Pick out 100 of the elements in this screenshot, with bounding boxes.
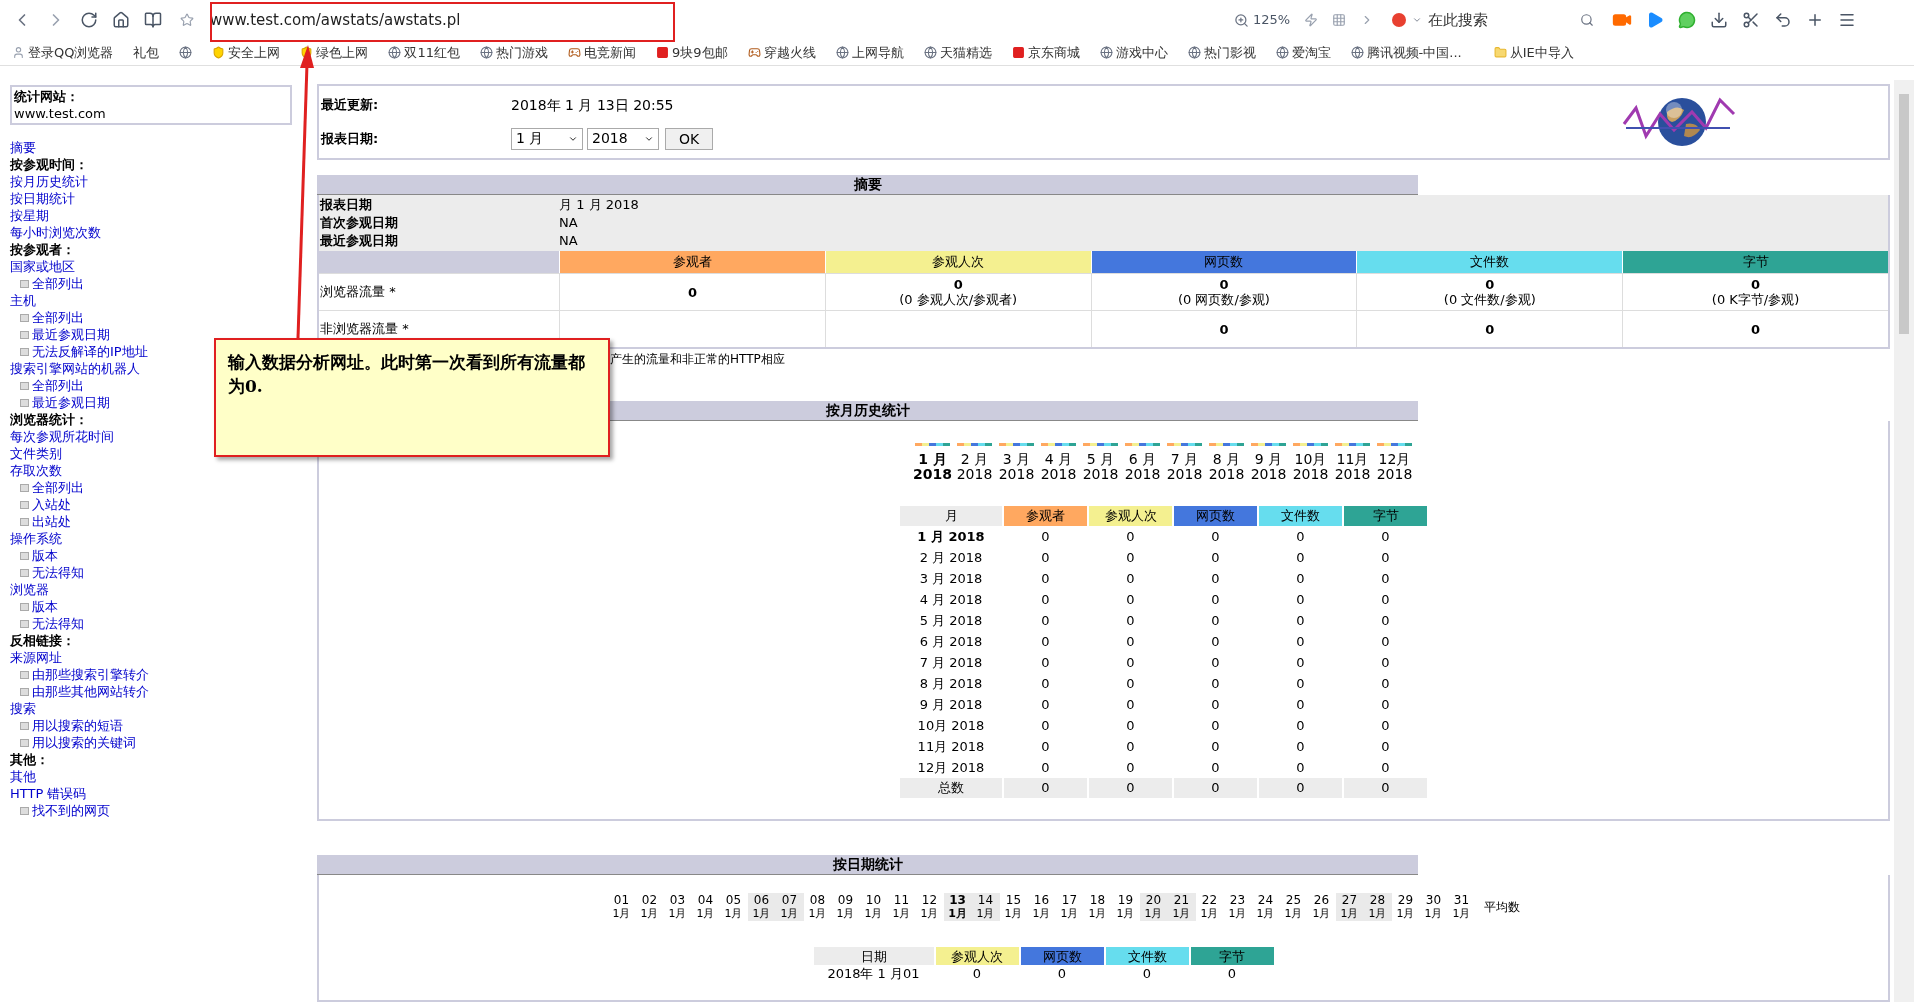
scissors-icon[interactable] bbox=[1742, 11, 1761, 29]
day-month-label: 1月 bbox=[612, 907, 631, 921]
nav-link[interactable]: 其他 bbox=[10, 768, 36, 785]
nav-sublink[interactable]: 版本 bbox=[32, 547, 58, 564]
lightning-icon[interactable] bbox=[1304, 13, 1319, 27]
nav-link[interactable]: 文件类别 bbox=[10, 445, 62, 462]
table-cell-text: 7 月 2018 bbox=[918, 653, 984, 672]
section-title-bar: 按日期统计 bbox=[317, 855, 1418, 875]
nav-sublink[interactable]: 入站处 bbox=[32, 496, 71, 513]
menu-icon[interactable] bbox=[1838, 11, 1857, 29]
bookmark-link[interactable]: 热门影视 bbox=[1203, 42, 1256, 63]
day-month-label: 1月 bbox=[1004, 907, 1023, 921]
nav-sublink[interactable]: 无法得知 bbox=[32, 615, 84, 632]
search-field[interactable]: 在此搜索 bbox=[1388, 6, 1599, 34]
reload-icon[interactable] bbox=[80, 11, 98, 29]
bookmark-link[interactable]: 登录QQ浏览器 bbox=[28, 42, 114, 63]
nav-link[interactable]: 按月历史统计 bbox=[10, 173, 88, 190]
month-select[interactable]: 1 月 bbox=[511, 127, 583, 150]
gamepad-icon bbox=[747, 46, 761, 59]
scrollbar-thumb[interactable] bbox=[1899, 94, 1909, 334]
bookmark-link[interactable]: 穿越火线 bbox=[763, 42, 816, 63]
nav-link[interactable]: HTTP 错误码 bbox=[10, 785, 87, 802]
nav-sublink[interactable]: 全部列出 bbox=[32, 377, 84, 394]
nav-sublink[interactable]: 出站处 bbox=[32, 513, 71, 530]
month-label: 12月 bbox=[1378, 452, 1411, 467]
table-cell-text: 0 bbox=[1125, 695, 1136, 714]
year-label: 2018 bbox=[1040, 467, 1077, 482]
nav-sublink[interactable]: 用以搜索的短语 bbox=[32, 717, 123, 734]
nav-link[interactable]: 存取次数 bbox=[10, 462, 62, 479]
year-label: 2018 bbox=[1334, 467, 1371, 482]
play-icon[interactable] bbox=[1646, 11, 1665, 29]
bookmark-link[interactable]: 腾讯视频-中国... bbox=[1366, 42, 1462, 63]
nav-link[interactable]: 来源网址 bbox=[10, 649, 62, 666]
bookmark-link[interactable]: 天猫精选 bbox=[939, 42, 992, 63]
undo-icon[interactable] bbox=[1774, 11, 1793, 29]
zoom-icon[interactable] bbox=[1234, 12, 1249, 28]
bookmark-link[interactable]: 礼包 bbox=[133, 42, 160, 63]
nav-link[interactable]: 主机 bbox=[10, 292, 36, 309]
table-cell-text: 0 bbox=[1040, 527, 1051, 546]
nav-link[interactable]: 搜索引擎网站的机器人 bbox=[10, 360, 140, 377]
nav-sublink[interactable]: 最近参观日期 bbox=[32, 326, 110, 343]
day-month-label: 1月 bbox=[1172, 907, 1191, 921]
nav-sublink[interactable]: 全部列出 bbox=[32, 309, 84, 326]
mini-bar-drawing bbox=[1334, 443, 1371, 446]
nav-sublink[interactable]: 无法得知 bbox=[32, 564, 84, 581]
nav-link[interactable]: 每小时浏览次数 bbox=[10, 224, 101, 241]
book-icon[interactable] bbox=[144, 11, 162, 29]
nav-link[interactable]: 浏览器 bbox=[10, 581, 49, 598]
bookmark-link[interactable]: 绿色上网 bbox=[316, 42, 369, 63]
download-icon[interactable] bbox=[1710, 11, 1729, 29]
globe-icon bbox=[1099, 46, 1113, 59]
bookmark-link[interactable]: 电竞新闻 bbox=[584, 42, 636, 63]
bookmark-link[interactable]: 京东商城 bbox=[1027, 42, 1080, 63]
table-cell-text: 4 月 2018 bbox=[918, 590, 984, 609]
nav-sublink[interactable]: 版本 bbox=[32, 598, 58, 615]
nav-link[interactable]: 操作系统 bbox=[10, 530, 62, 547]
bookmark-link[interactable]: 安全上网 bbox=[228, 42, 281, 63]
nav-sublink[interactable]: 由那些搜索引擎转介 bbox=[32, 666, 149, 683]
home-icon[interactable] bbox=[112, 11, 130, 29]
field-label: 报表日期: bbox=[321, 129, 380, 148]
grid-icon[interactable] bbox=[1332, 13, 1347, 27]
table-cell-text: 0 bbox=[1295, 653, 1306, 672]
nav-sublink[interactable]: 找不到的网页 bbox=[32, 802, 110, 819]
bookmark-link[interactable]: 上网导航 bbox=[851, 42, 904, 63]
day-month-label: 1月 bbox=[1340, 907, 1359, 921]
nav-link[interactable]: 按日期统计 bbox=[10, 190, 75, 207]
table-cell: 0 bbox=[687, 284, 697, 300]
table-cell-text: 0 bbox=[1040, 653, 1051, 672]
nav-sublink[interactable]: 用以搜索的关键词 bbox=[32, 734, 136, 751]
nav-sublink[interactable]: 无法反解译的IP地址 bbox=[32, 343, 148, 360]
bookmark-link[interactable]: 从IE中导入 bbox=[1509, 42, 1574, 63]
nav-link[interactable]: 国家或地区 bbox=[10, 258, 75, 275]
day-month-label: 1月 bbox=[780, 907, 799, 921]
bookmark-link[interactable]: 热门游戏 bbox=[496, 42, 548, 63]
nav-link[interactable]: 搜索 bbox=[10, 700, 36, 717]
table-cell-text: 0 bbox=[1380, 695, 1391, 714]
square-icon bbox=[1011, 46, 1025, 59]
nav-sublink[interactable]: 全部列出 bbox=[32, 275, 84, 292]
bookmark-link[interactable]: 9块9包邮 bbox=[672, 42, 728, 63]
star-icon[interactable] bbox=[180, 13, 194, 27]
bookmark-link[interactable]: 双11红包 bbox=[404, 42, 460, 63]
bookmark-link[interactable]: 游戏中心 bbox=[1115, 42, 1168, 63]
year-select[interactable]: 2018 bbox=[587, 127, 659, 150]
bookmark-link[interactable]: 爱淘宝 bbox=[1291, 42, 1331, 63]
day-month-label: 1月 bbox=[1060, 907, 1079, 921]
nav-sublink[interactable]: 最近参观日期 bbox=[32, 394, 110, 411]
nav-link[interactable]: 按星期 bbox=[10, 207, 49, 224]
table-cell-text: 0 bbox=[1380, 674, 1391, 693]
ok-button[interactable]: OK bbox=[665, 127, 713, 150]
search-icon[interactable] bbox=[1580, 13, 1595, 27]
nav-link[interactable]: 每次参观所花时间 bbox=[10, 428, 114, 445]
nav-sublink[interactable]: 全部列出 bbox=[32, 479, 84, 496]
nav-sublink[interactable]: 由那些其他网站转介 bbox=[32, 683, 149, 700]
table-cell-text: 0 bbox=[1295, 548, 1306, 567]
day-month-label: 1月 bbox=[864, 907, 883, 921]
chat-icon[interactable] bbox=[1678, 11, 1697, 29]
table-cell-text: 0 bbox=[1210, 527, 1221, 546]
table-cell-text: 0 bbox=[1295, 737, 1306, 756]
address-field[interactable]: www.test.com/awstats/awstats.pl bbox=[180, 5, 1220, 35]
nav-link[interactable]: 摘要 bbox=[10, 139, 36, 156]
